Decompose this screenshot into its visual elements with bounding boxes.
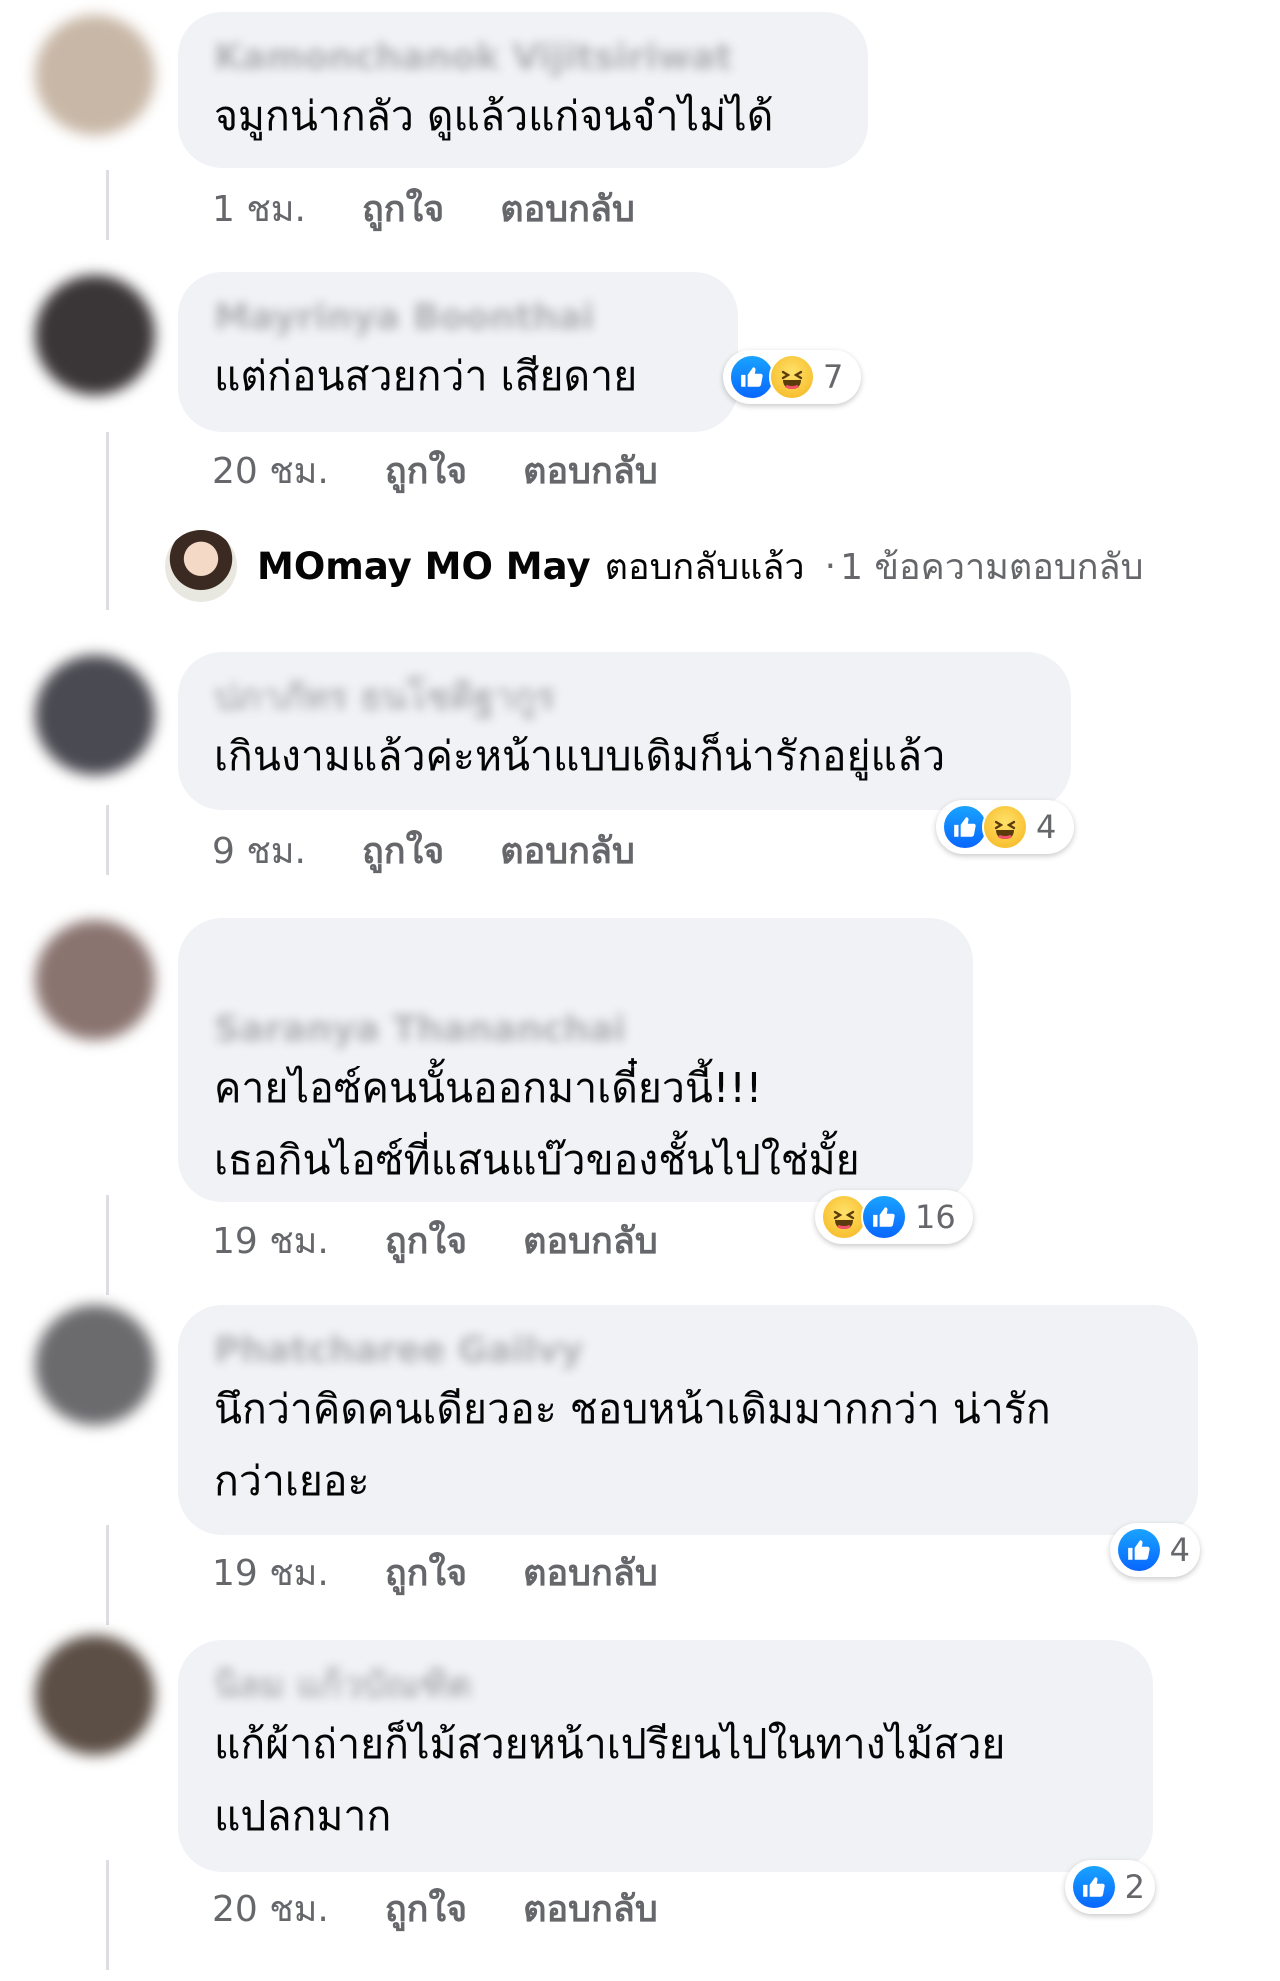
reply-button[interactable]: ตอบกลับ xyxy=(523,1544,658,1601)
comment-text: แก้ผ้าถ่ายก็ไม้สวยหน้าเปรียนไปในทางไม้สว… xyxy=(214,1720,1006,1768)
comment-text: นึกว่าคิดคนเดียวอะ ชอบหน้าเดิมมากกว่า น่… xyxy=(214,1385,1051,1433)
haha-icon xyxy=(982,804,1028,850)
reply-author[interactable]: MOmay MO May xyxy=(257,545,591,588)
comment-bubble: ปภาภัทร ธนโชติฐากูร เกินงามแล้วค่ะหน้าแบ… xyxy=(178,652,1071,810)
thread-line xyxy=(106,1195,109,1295)
timestamp[interactable]: 19 ชม. xyxy=(212,1212,329,1269)
like-icon xyxy=(1071,1864,1117,1910)
comment-meta: 19 ชม. ถูกใจ ตอบกลับ xyxy=(212,1544,658,1601)
timestamp[interactable]: 9 ชม. xyxy=(212,822,306,879)
thread-line xyxy=(106,1525,109,1625)
comment-text: แปลกมาก xyxy=(214,1792,392,1840)
reply-count[interactable]: 1 ข้อความตอบกลับ xyxy=(840,538,1143,595)
comment-bubble: นิลม แก้วบัณฑิต แก้ผ้าถ่ายก็ไม้สวยหน้าเป… xyxy=(178,1640,1153,1872)
haha-icon xyxy=(769,354,815,400)
comment-meta: 9 ชม. ถูกใจ ตอบกลับ xyxy=(212,822,635,879)
like-button[interactable]: ถูกใจ xyxy=(385,1212,467,1269)
reaction-summary[interactable]: 4 xyxy=(1110,1523,1200,1577)
like-button[interactable]: ถูกใจ xyxy=(385,1880,467,1937)
view-replies-link[interactable]: MOmay MO May ตอบกลับแล้ว · 1 ข้อความตอบก… xyxy=(165,530,1143,602)
like-button[interactable]: ถูกใจ xyxy=(362,180,444,237)
reaction-summary[interactable]: 7 xyxy=(723,350,861,404)
thread-line xyxy=(106,1860,109,1970)
comment-text: เกินงามแล้วค่ะหน้าแบบเดิมก็น่ารักอยู่แล้… xyxy=(214,732,946,780)
reply-separator: · xyxy=(824,545,837,587)
comment-meta: 19 ชม. ถูกใจ ตอบกลับ xyxy=(212,1212,658,1269)
comment-bubble: Phatcharee Gailvy นึกว่าคิดคนเดียวอะ ชอบ… xyxy=(178,1305,1198,1535)
avatar xyxy=(165,530,237,602)
comment-meta: 20 ชม. ถูกใจ ตอบกลับ xyxy=(212,442,658,499)
comment-text: กว่าเยอะ xyxy=(214,1457,370,1505)
reply-button[interactable]: ตอบกลับ xyxy=(500,180,635,237)
reply-button[interactable]: ตอบกลับ xyxy=(523,442,658,499)
reaction-summary[interactable]: 4 xyxy=(936,800,1074,854)
comment-text: แต่ก่อนสวยกว่า เสียดาย xyxy=(214,352,638,400)
comment-text: จมูกน่ากลัว ดูแล้วแก่จนจำไม่ได้ xyxy=(214,92,774,140)
avatar[interactable] xyxy=(35,1305,155,1425)
reaction-summary[interactable]: 16 xyxy=(815,1190,973,1244)
comment-author[interactable]: Mayrinya Boonthai xyxy=(214,296,702,340)
timestamp[interactable]: 20 ชม. xyxy=(212,1880,329,1937)
timestamp[interactable]: 20 ชม. xyxy=(212,442,329,499)
reaction-count: 4 xyxy=(1036,808,1057,846)
comment-bubble: Mayrinya Boonthai แต่ก่อนสวยกว่า เสียดาย xyxy=(178,272,738,432)
comment-text: เธอกินไอซ์ที่แสนแบ๊วของชั้นไปใช่มั้ย xyxy=(214,1136,860,1184)
comment-author[interactable]: ปภาภัทร ธนโชติฐากูร xyxy=(214,676,1035,720)
like-icon xyxy=(861,1194,907,1240)
avatar[interactable] xyxy=(35,275,155,395)
reaction-count: 16 xyxy=(915,1198,956,1236)
comment-text: คายไอซ์คนนั้นออกมาเดี๋ยวนี้!!! xyxy=(214,1064,763,1112)
reply-button[interactable]: ตอบกลับ xyxy=(523,1880,658,1937)
like-icon xyxy=(1116,1527,1162,1573)
avatar[interactable] xyxy=(35,1635,155,1755)
comment-author[interactable]: Phatcharee Gailvy xyxy=(214,1329,1162,1373)
comment-meta: 1 ชม. ถูกใจ ตอบกลับ xyxy=(212,180,635,237)
comment-meta: 20 ชม. ถูกใจ ตอบกลับ xyxy=(212,1880,658,1937)
avatar[interactable] xyxy=(35,15,155,135)
thread-line xyxy=(106,170,109,240)
like-button[interactable]: ถูกใจ xyxy=(362,822,444,879)
thread-line xyxy=(106,432,109,610)
comment-author[interactable]: Saranya Thananchai xyxy=(214,1008,937,1052)
like-button[interactable]: ถูกใจ xyxy=(385,442,467,499)
avatar[interactable] xyxy=(35,920,155,1040)
reply-button[interactable]: ตอบกลับ xyxy=(500,822,635,879)
avatar[interactable] xyxy=(35,655,155,775)
comment-bubble: Kamonchanok Vijitsiriwat จมูกน่ากลัว ดูแ… xyxy=(178,12,868,168)
reaction-summary[interactable]: 2 xyxy=(1065,1860,1155,1914)
reply-action: ตอบกลับแล้ว xyxy=(604,546,805,588)
comment-author[interactable]: Kamonchanok Vijitsiriwat xyxy=(214,36,832,80)
reaction-count: 4 xyxy=(1169,1531,1190,1569)
like-button[interactable]: ถูกใจ xyxy=(385,1544,467,1601)
comment-author[interactable]: นิลม แก้วบัณฑิต xyxy=(214,1664,1117,1708)
reply-button[interactable]: ตอบกลับ xyxy=(523,1212,658,1269)
timestamp[interactable]: 1 ชม. xyxy=(212,180,306,237)
comment-bubble: Saranya Thananchai คายไอซ์คนนั้นออกมาเดี… xyxy=(178,918,973,1202)
timestamp[interactable]: 19 ชม. xyxy=(212,1544,329,1601)
reaction-count: 2 xyxy=(1124,1868,1145,1906)
reaction-count: 7 xyxy=(823,358,844,396)
thread-line xyxy=(106,805,109,875)
